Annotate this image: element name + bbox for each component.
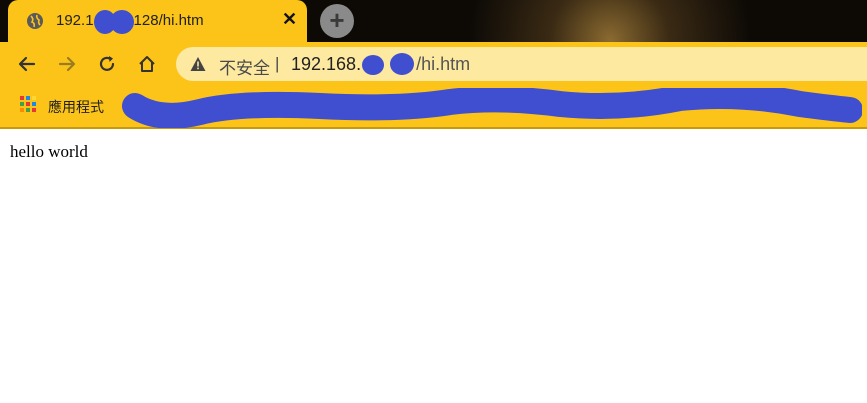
new-tab-button[interactable]: + — [320, 4, 354, 38]
warning-icon[interactable] — [190, 56, 206, 72]
page-content: hello world — [10, 142, 88, 161]
home-button[interactable] — [134, 51, 160, 77]
separator: | — [275, 54, 280, 73]
redaction-mark — [390, 53, 414, 75]
redaction-scribble — [122, 88, 862, 128]
toolbar: 不安全 | 192.168./hi.htm — [0, 42, 867, 86]
globe-icon — [27, 13, 43, 29]
back-button[interactable] — [14, 51, 40, 77]
apps-bookmark[interactable]: 應用程式 — [48, 97, 104, 117]
arrow-left-icon — [18, 56, 36, 72]
tab-close-button[interactable]: ✕ — [282, 9, 297, 30]
reload-button[interactable] — [94, 51, 120, 77]
home-icon — [139, 56, 155, 72]
security-label[interactable]: 不安全 — [219, 54, 270, 79]
apps-grid-icon[interactable] — [20, 96, 36, 112]
redaction-mark — [110, 10, 134, 34]
active-tab[interactable]: 192.1 128/hi.htm ✕ — [8, 0, 307, 42]
forward-button[interactable] — [54, 51, 80, 77]
reload-icon — [99, 56, 115, 71]
address-bar[interactable]: 不安全 | 192.168./hi.htm — [176, 47, 867, 81]
arrow-right-icon — [58, 56, 76, 72]
redaction-mark — [362, 55, 384, 75]
